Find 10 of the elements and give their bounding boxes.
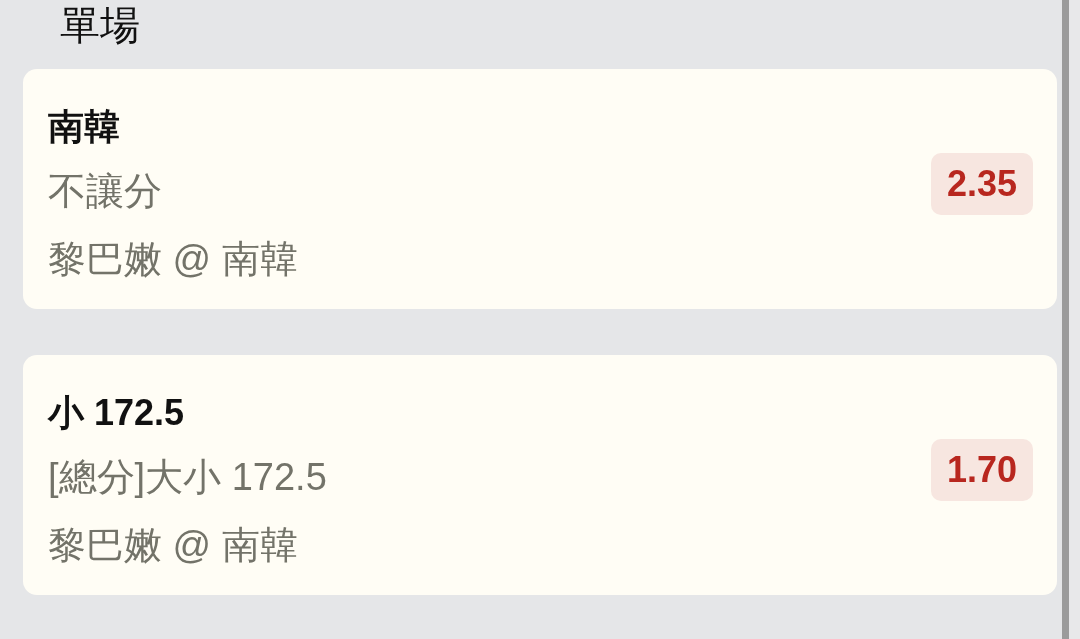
scrollbar[interactable] [1062,0,1069,639]
market-label: 不讓分 [48,169,162,214]
selection-title: 小 172.5 [48,391,185,435]
match-label: 黎巴嫩 @ 南韓 [48,237,298,282]
odds-badge: 2.35 [931,153,1033,215]
odds-badge: 1.70 [931,439,1033,501]
selection-title: 南韓 [48,105,120,149]
market-label: [總分]大小 172.5 [48,455,327,500]
match-label: 黎巴嫩 @ 南韓 [48,523,298,568]
section-title: 單場 [60,4,140,46]
